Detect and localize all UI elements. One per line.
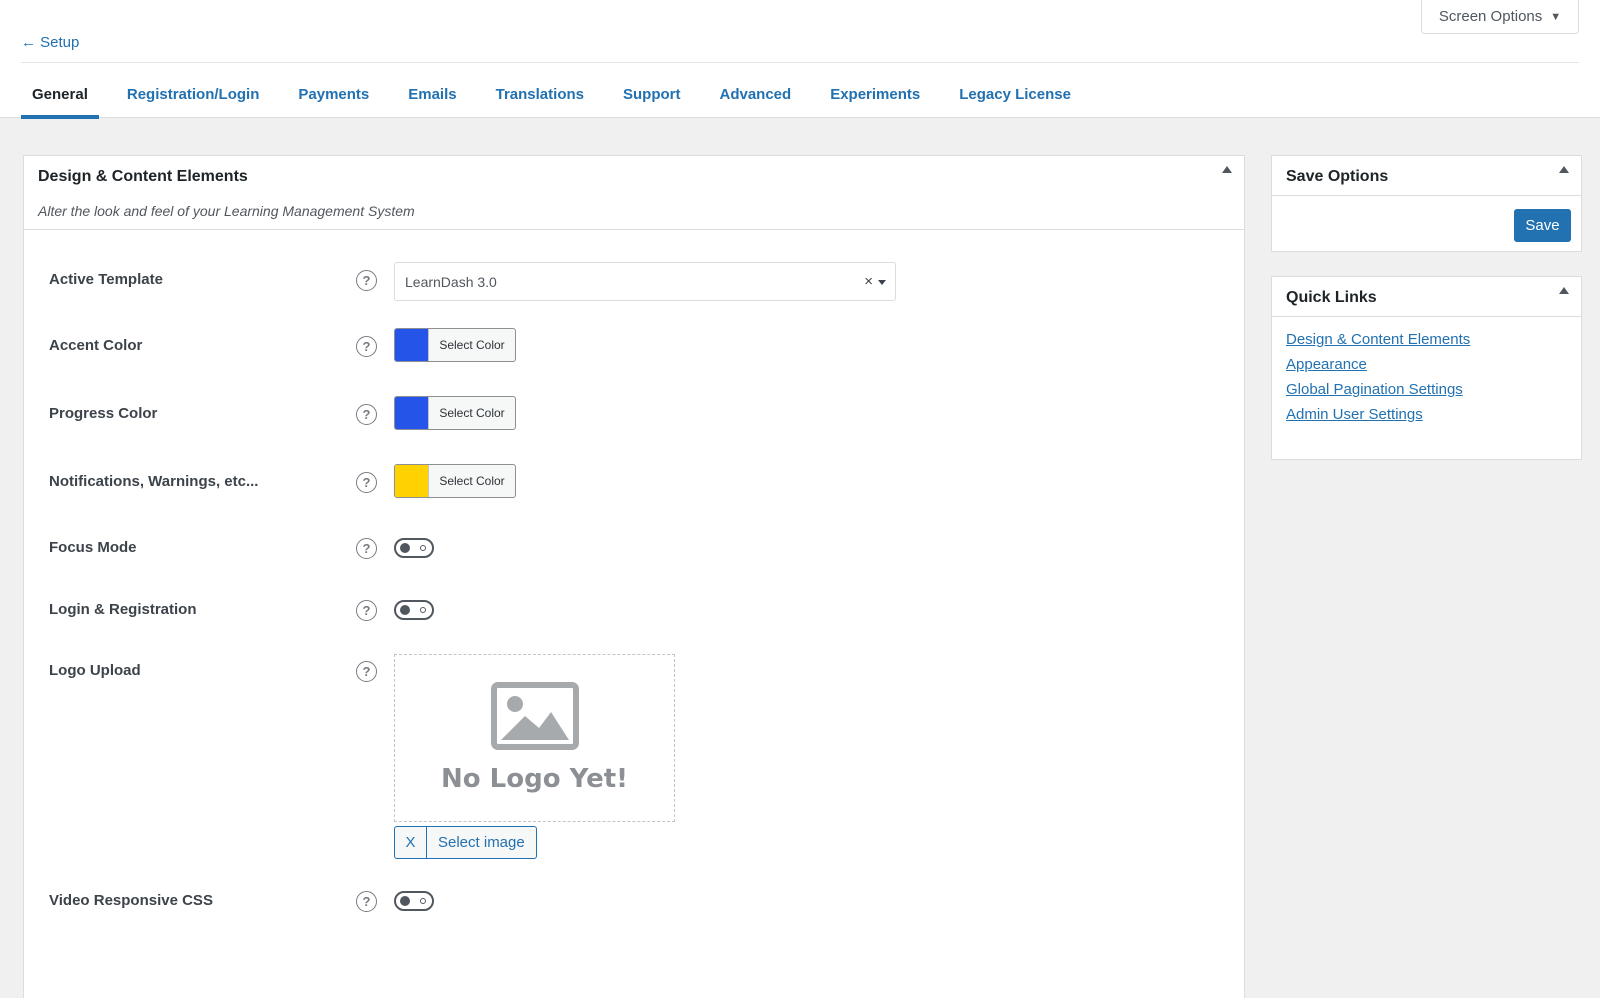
setting-label: Notifications, Warnings, etc...: [49, 473, 259, 490]
settings-tabs: General Registration/Login Payments Emai…: [21, 70, 1099, 119]
focus-mode-toggle[interactable]: [394, 538, 434, 558]
help-icon[interactable]: ?: [356, 472, 377, 493]
panel-title: Design & Content Elements: [38, 168, 248, 185]
collapse-arrow-icon[interactable]: [1222, 166, 1232, 173]
screen-options-label: Screen Options: [1438, 8, 1543, 25]
quick-links-list: Design & Content Elements Appearance Glo…: [1272, 317, 1581, 445]
tab-support[interactable]: Support: [612, 70, 692, 118]
tab-emails[interactable]: Emails: [397, 70, 467, 118]
select-color-label: Select Color: [439, 474, 505, 488]
tab-translations[interactable]: Translations: [485, 70, 595, 118]
setting-label: Logo Upload: [49, 662, 141, 679]
tab-experiments[interactable]: Experiments: [819, 70, 931, 118]
help-icon[interactable]: ?: [356, 661, 377, 682]
top-bar: ← Setup Screen Options ▼ General Registr…: [0, 0, 1600, 119]
quick-link-design-content[interactable]: Design & Content Elements: [1286, 331, 1567, 348]
toggle-off-icon: [420, 545, 426, 551]
select-color-label: Select Color: [439, 338, 505, 352]
tab-advanced[interactable]: Advanced: [708, 70, 802, 118]
clear-icon[interactable]: ×: [864, 273, 873, 290]
quick-link-admin-user[interactable]: Admin User Settings: [1286, 406, 1567, 423]
panel-subtitle: Alter the look and feel of your Learning…: [38, 203, 415, 219]
accent-color-picker[interactable]: Select Color: [394, 328, 516, 362]
setting-label: Active Template: [49, 271, 163, 288]
help-icon[interactable]: ?: [356, 336, 377, 357]
color-swatch: [395, 329, 429, 361]
tab-legacy-license[interactable]: Legacy License: [948, 70, 1082, 118]
setting-label: Login & Registration: [49, 601, 197, 618]
setting-label: Progress Color: [49, 405, 158, 422]
chevron-down-icon: [878, 280, 886, 285]
toggle-off-icon: [420, 607, 426, 613]
save-button[interactable]: Save: [1514, 209, 1571, 242]
toggle-off-icon: [420, 898, 426, 904]
help-icon[interactable]: ?: [356, 404, 377, 425]
design-content-panel: Design & Content Elements Alter the look…: [23, 155, 1245, 998]
help-icon[interactable]: ?: [356, 538, 377, 559]
tab-general[interactable]: General: [21, 70, 99, 119]
logo-buttons: X Select image: [394, 826, 537, 859]
setting-label: Accent Color: [49, 337, 143, 354]
divider: [21, 62, 1579, 63]
toggle-knob: [400, 896, 410, 906]
remove-logo-button[interactable]: X: [394, 826, 427, 859]
tab-payments[interactable]: Payments: [287, 70, 380, 118]
setup-back-link[interactable]: ← Setup: [21, 34, 79, 51]
collapse-arrow-icon[interactable]: [1559, 287, 1569, 294]
panel-header: Quick Links: [1272, 277, 1581, 317]
color-swatch: [395, 397, 429, 429]
select-color-label: Select Color: [439, 406, 505, 420]
color-swatch: [395, 465, 429, 497]
video-responsive-toggle[interactable]: [394, 891, 434, 911]
help-icon[interactable]: ?: [356, 600, 377, 621]
save-options-panel: Save Options Save: [1271, 155, 1582, 252]
panel-header: Save Options: [1272, 156, 1581, 196]
toggle-knob: [400, 543, 410, 553]
collapse-arrow-icon[interactable]: [1559, 166, 1569, 173]
active-template-select[interactable]: LearnDash 3.0 ×: [394, 262, 896, 301]
logo-preview: No Logo Yet!: [394, 654, 675, 822]
panel-header: Design & Content Elements Alter the look…: [24, 156, 1244, 230]
select-image-button[interactable]: Select image: [427, 826, 537, 859]
panel-title: Quick Links: [1286, 289, 1377, 306]
image-placeholder-icon: [490, 682, 579, 750]
help-icon[interactable]: ?: [356, 891, 377, 912]
toggle-knob: [400, 605, 410, 615]
caret-down-icon: ▼: [1550, 10, 1562, 23]
notifications-color-picker[interactable]: Select Color: [394, 464, 516, 498]
help-icon[interactable]: ?: [356, 270, 377, 291]
setting-label: Focus Mode: [49, 539, 137, 556]
screen-options-button[interactable]: Screen Options ▼: [1421, 0, 1579, 34]
tab-registration-login[interactable]: Registration/Login: [116, 70, 271, 118]
quick-links-panel: Quick Links Design & Content Elements Ap…: [1271, 276, 1582, 460]
login-registration-toggle[interactable]: [394, 600, 434, 620]
quick-link-appearance[interactable]: Appearance: [1286, 356, 1567, 373]
select-value: LearnDash 3.0: [405, 273, 497, 290]
quick-link-global-pagination[interactable]: Global Pagination Settings: [1286, 381, 1567, 398]
setting-label: Video Responsive CSS: [49, 892, 213, 909]
panel-title: Save Options: [1286, 168, 1389, 185]
progress-color-picker[interactable]: Select Color: [394, 396, 516, 430]
no-logo-text: No Logo Yet!: [441, 764, 628, 794]
